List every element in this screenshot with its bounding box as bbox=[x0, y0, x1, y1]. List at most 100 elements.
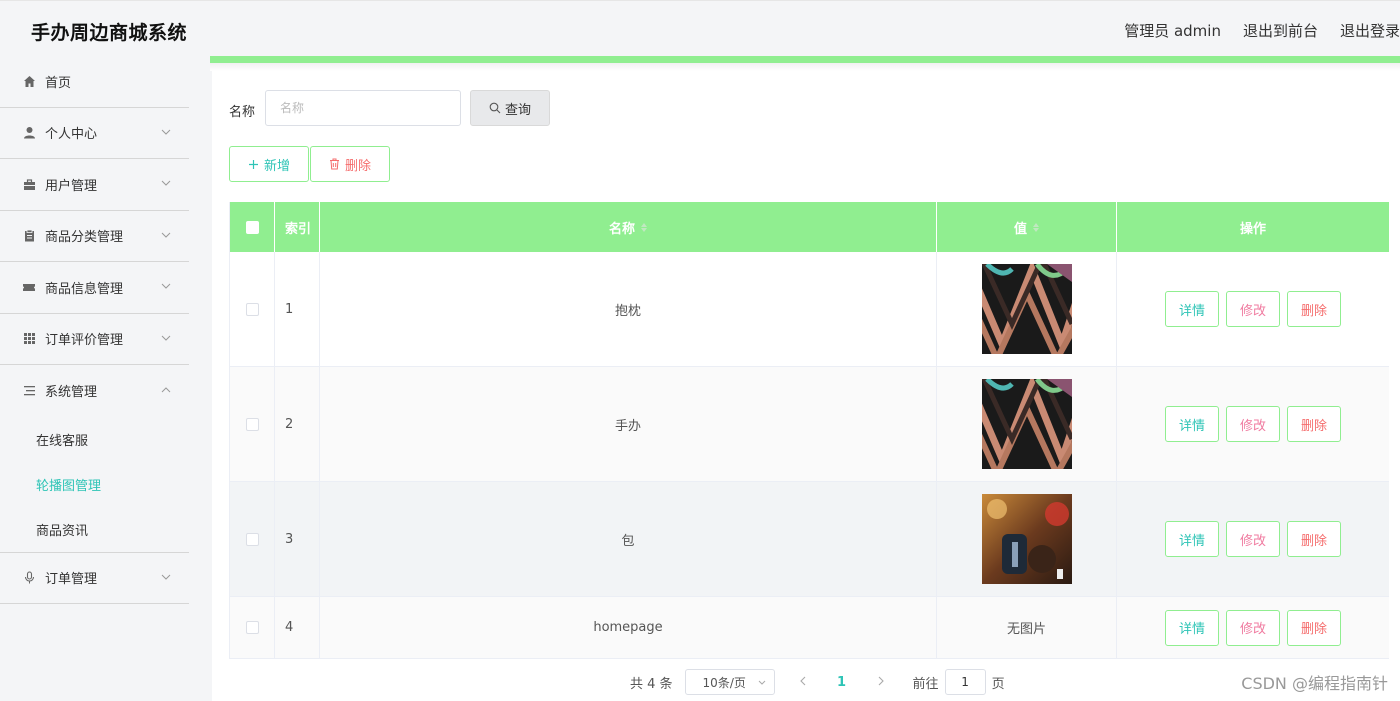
sidebar-item-label: 订单评价管理 bbox=[45, 333, 124, 349]
carousel-image bbox=[981, 264, 1072, 354]
page-size-value: 10条/页 bbox=[702, 675, 746, 690]
delete-button[interactable]: 删除 bbox=[1287, 521, 1341, 557]
chevron-left-icon bbox=[799, 676, 805, 685]
row-index: 2 bbox=[275, 367, 320, 481]
ticket-icon bbox=[22, 280, 36, 294]
microphone-icon bbox=[22, 571, 36, 585]
goto-page-input[interactable] bbox=[944, 669, 986, 695]
row-value bbox=[937, 367, 1117, 481]
edit-button[interactable]: 修改 bbox=[1226, 406, 1280, 442]
search-icon bbox=[489, 102, 501, 114]
sidebar-item-label: 商品信息管理 bbox=[45, 281, 124, 297]
row-index: 3 bbox=[275, 482, 320, 596]
row-actions: 详情 修改 删除 bbox=[1117, 252, 1389, 366]
row-index: 4 bbox=[275, 597, 320, 658]
query-button-label: 查询 bbox=[504, 102, 531, 118]
submenu-item-product-news[interactable]: 商品资讯 bbox=[0, 507, 189, 552]
row-index: 1 bbox=[275, 252, 320, 366]
sidebar-item-personal-center[interactable]: 个人中心 bbox=[0, 108, 189, 159]
chevron-down-icon bbox=[161, 283, 171, 289]
batch-delete-button[interactable]: 删除 bbox=[310, 146, 390, 182]
sort-icon[interactable] bbox=[1033, 222, 1039, 232]
sidebar-item-label: 个人中心 bbox=[45, 127, 98, 143]
briefcase-icon bbox=[22, 177, 36, 191]
exit-to-front-link[interactable]: 退出到前台 bbox=[1243, 20, 1318, 41]
user-icon bbox=[22, 126, 36, 140]
edit-button[interactable]: 修改 bbox=[1226, 521, 1280, 557]
delete-button[interactable]: 删除 bbox=[1287, 609, 1341, 646]
row-checkbox[interactable] bbox=[245, 621, 259, 634]
home-icon bbox=[22, 74, 36, 88]
clipboard-icon bbox=[22, 229, 36, 243]
row-checkbox[interactable] bbox=[245, 302, 259, 316]
list-icon bbox=[22, 384, 36, 398]
row-actions: 详情 修改 删除 bbox=[1117, 482, 1389, 596]
page-size-select[interactable]: 10条/页 bbox=[684, 669, 775, 695]
chevron-down-icon bbox=[161, 574, 171, 580]
detail-button[interactable]: 详情 bbox=[1165, 291, 1219, 327]
sort-icon[interactable] bbox=[641, 222, 647, 232]
header-actions: 管理员 admin 退出到前台 退出登录 bbox=[1124, 20, 1400, 41]
row-actions: 详情 修改 删除 bbox=[1117, 597, 1389, 658]
row-value: 无图片 bbox=[937, 597, 1117, 658]
row-value bbox=[937, 252, 1117, 366]
app-title: 手办周边商城系统 bbox=[31, 22, 188, 44]
row-checkbox[interactable] bbox=[245, 532, 259, 546]
detail-button[interactable]: 详情 bbox=[1165, 521, 1219, 557]
grid-icon bbox=[22, 332, 36, 346]
chevron-down-icon bbox=[161, 232, 171, 238]
column-header-name[interactable]: 名称 bbox=[320, 202, 937, 252]
row-name: 手办 bbox=[320, 367, 937, 481]
row-name: homepage bbox=[320, 597, 937, 658]
sidebar-item-order-review-management[interactable]: 订单评价管理 bbox=[0, 314, 189, 365]
chevron-down-icon bbox=[161, 335, 171, 341]
column-header-value[interactable]: 值 bbox=[937, 202, 1117, 252]
row-actions: 详情 修改 删除 bbox=[1117, 367, 1389, 481]
total-count: 共 4 条 bbox=[630, 676, 673, 692]
row-checkbox[interactable] bbox=[245, 417, 259, 431]
column-header-actions: 操作 bbox=[1239, 221, 1266, 237]
edit-button[interactable]: 修改 bbox=[1226, 609, 1280, 646]
detail-button[interactable]: 详情 bbox=[1165, 609, 1219, 646]
carousel-image bbox=[981, 494, 1072, 584]
name-search-input[interactable] bbox=[265, 90, 461, 126]
sidebar-item-product-info-management[interactable]: 商品信息管理 bbox=[0, 262, 189, 314]
sidebar-item-order-management[interactable]: 订单管理 bbox=[0, 553, 189, 604]
system-submenu: 在线客服 轮播图管理 商品资讯 bbox=[0, 417, 189, 553]
top-header: 手办周边商城系统 管理员 admin 退出到前台 退出登录 bbox=[0, 0, 1400, 56]
chevron-right-icon bbox=[878, 676, 884, 685]
add-button-label: 新增 bbox=[263, 158, 290, 174]
main-content: 名称 查询 新增 删除 索引 名称 值 bbox=[210, 56, 1400, 701]
delete-button[interactable]: 删除 bbox=[1287, 406, 1341, 442]
sidebar-item-label: 订单管理 bbox=[45, 572, 98, 588]
sidebar-item-label: 用户管理 bbox=[45, 178, 98, 194]
accent-bar bbox=[210, 56, 1400, 63]
sidebar-item-category-management[interactable]: 商品分类管理 bbox=[0, 211, 189, 262]
detail-button[interactable]: 详情 bbox=[1165, 406, 1219, 442]
table-row: 3 包 详情 修改 删除 bbox=[230, 482, 1389, 597]
carousel-table: 索引 名称 值 操作 1 抱枕 详情 修改 删除 2 手办 详情 修改 删除 3… bbox=[229, 202, 1389, 659]
select-all-checkbox[interactable] bbox=[245, 220, 259, 234]
next-page-button[interactable] bbox=[871, 675, 891, 690]
query-button[interactable]: 查询 bbox=[470, 90, 550, 126]
submenu-item-online-service[interactable]: 在线客服 bbox=[0, 417, 189, 462]
sidebar-item-user-management[interactable]: 用户管理 bbox=[0, 159, 189, 211]
column-header-index: 索引 bbox=[275, 202, 320, 252]
submenu-item-carousel-management[interactable]: 轮播图管理 bbox=[0, 462, 189, 507]
table-row: 4 homepage 无图片 详情 修改 删除 bbox=[230, 597, 1389, 659]
prev-page-button[interactable] bbox=[793, 675, 813, 690]
sidebar-item-label: 系统管理 bbox=[45, 385, 98, 401]
row-name: 包 bbox=[320, 482, 937, 596]
logout-link[interactable]: 退出登录 bbox=[1340, 20, 1400, 41]
edit-button[interactable]: 修改 bbox=[1226, 291, 1280, 327]
sidebar-item-home[interactable]: 首页 bbox=[0, 56, 189, 108]
row-value bbox=[937, 482, 1117, 596]
plus-icon bbox=[248, 159, 258, 169]
sidebar: 首页 个人中心 用户管理 商品分类管理 商品信息管理 订单评价管理 系统管理 在… bbox=[0, 56, 212, 701]
sidebar-item-system-management[interactable]: 系统管理 bbox=[0, 365, 189, 417]
add-button[interactable]: 新增 bbox=[229, 146, 309, 182]
page-suffix: 页 bbox=[991, 676, 1005, 692]
page-number-current[interactable]: 1 bbox=[827, 675, 857, 690]
sidebar-item-label: 首页 bbox=[45, 75, 72, 91]
delete-button[interactable]: 删除 bbox=[1287, 291, 1341, 327]
